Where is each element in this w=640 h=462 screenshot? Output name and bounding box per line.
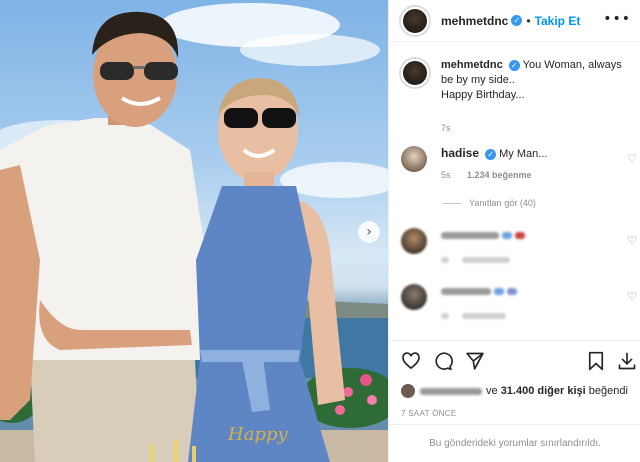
blurred-emoji xyxy=(515,231,526,239)
comment-text: My Man... xyxy=(499,148,548,160)
comments-restricted-notice: Bu gönderideki yorumlar sınırlandırıldı. xyxy=(389,424,640,462)
blurred-emoji xyxy=(494,287,505,295)
blurred-emoji xyxy=(502,231,513,239)
view-replies-label: Yanıtları gör (40) xyxy=(469,198,536,208)
blurred-username xyxy=(441,287,491,295)
blurred-emoji xyxy=(507,287,518,295)
replies-divider xyxy=(443,202,461,204)
post-time-ago: 7 SAAT ÖNCE xyxy=(401,409,457,418)
caption-time: 7s xyxy=(441,123,451,133)
next-photo-button[interactable]: › xyxy=(358,221,380,243)
comment-likes[interactable]: 1.234 beğenme xyxy=(467,170,532,180)
view-replies-link[interactable]: Yanıtları gör (40) xyxy=(443,198,536,208)
action-bar xyxy=(389,340,640,380)
author-username[interactable]: mehmetdnc xyxy=(441,14,508,28)
more-options-icon[interactable]: ••• xyxy=(603,11,631,27)
caption-author-avatar[interactable] xyxy=(401,59,429,87)
like-comment-heart-icon[interactable]: ♡ xyxy=(627,152,637,165)
header-separator: • xyxy=(526,13,531,28)
comment-bubble-icon[interactable] xyxy=(433,351,453,371)
likes-prefix: ve xyxy=(486,385,498,397)
comment-item: hadise ✓ My Man... 5s 1.234 beğenme ♡ xyxy=(401,146,637,183)
like-comment-heart-icon[interactable]: ♡ xyxy=(627,234,637,247)
blurred-liker-name xyxy=(420,387,482,395)
verified-badge-icon: ✓ xyxy=(511,15,523,26)
photo-illustration xyxy=(0,3,388,462)
save-bookmark-icon[interactable] xyxy=(587,351,605,371)
likes-summary[interactable]: ve 31.400 diğer kişi beğendi xyxy=(401,384,628,398)
blurred-likes xyxy=(462,257,511,264)
blurred-likes xyxy=(462,313,507,320)
commenter-avatar[interactable] xyxy=(401,284,427,310)
follow-button[interactable]: Takip Et xyxy=(535,14,581,28)
post-header: mehmetdnc ✓ • Takip Et ••• xyxy=(389,0,640,42)
like-heart-icon[interactable] xyxy=(401,351,421,371)
like-comment-heart-icon[interactable]: ♡ xyxy=(627,290,637,303)
cake-topper-text: Happy xyxy=(228,424,288,445)
commenter-avatar[interactable] xyxy=(401,228,427,254)
download-icon[interactable] xyxy=(617,351,637,371)
commenter-avatar[interactable] xyxy=(401,146,427,172)
chevron-right-icon: › xyxy=(366,224,372,240)
post-photo[interactable]: Happy › xyxy=(0,0,388,462)
comment-time: 5s xyxy=(441,170,451,180)
comment-item-blurred: ♡ xyxy=(401,228,637,268)
post-caption: mehmetdnc ✓ You Woman, always be by my s… xyxy=(401,58,637,136)
post-panel: mehmetdnc ✓ • Takip Et ••• mehmetdnc ✓ Y… xyxy=(388,0,640,462)
liker-avatar xyxy=(401,384,415,398)
share-paper-plane-icon[interactable] xyxy=(465,351,485,371)
commenter-username[interactable]: hadise xyxy=(441,146,479,160)
likes-suffix: beğendi xyxy=(588,385,628,397)
comment-item-blurred: ♡ xyxy=(401,284,637,324)
caption-line-2: Happy Birthday... xyxy=(441,89,525,101)
blurred-time xyxy=(441,313,449,320)
verified-badge-icon: ✓ xyxy=(508,59,520,71)
blurred-time xyxy=(441,257,449,264)
caption-author-username[interactable]: mehmetdnc xyxy=(441,59,503,71)
verified-badge-icon: ✓ xyxy=(485,148,497,160)
author-avatar[interactable] xyxy=(401,6,429,35)
likes-count[interactable]: 31.400 diğer kişi xyxy=(501,385,586,397)
blurred-username xyxy=(441,231,499,239)
